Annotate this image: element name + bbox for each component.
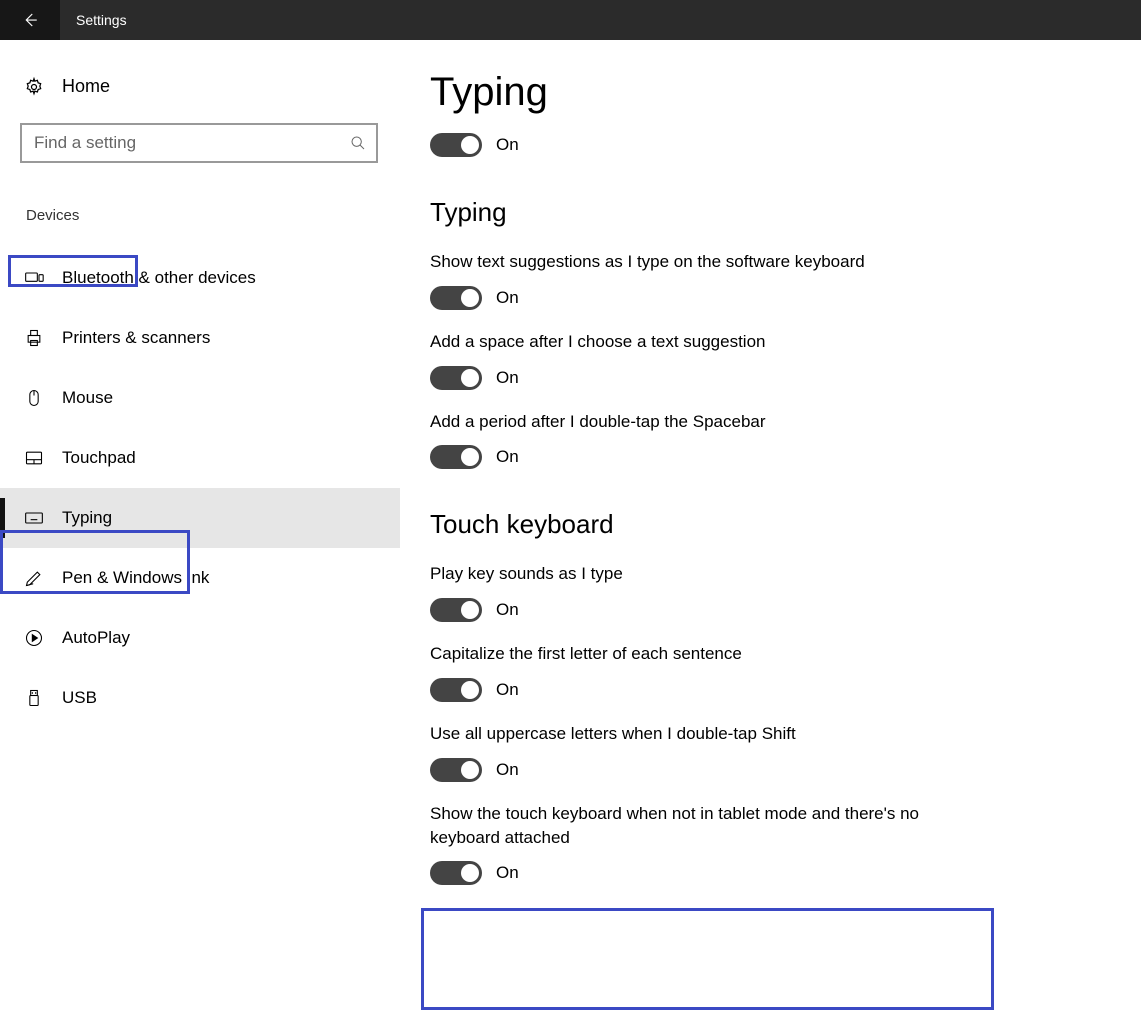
sidebar-item-printers[interactable]: Printers & scanners xyxy=(0,308,400,368)
keyboard-icon xyxy=(24,508,44,528)
main-panel: Typing On Typing Show text suggestions a… xyxy=(400,40,1141,1026)
toggle-state: On xyxy=(496,600,519,620)
window-title: Settings xyxy=(76,12,127,28)
toggle-switch[interactable] xyxy=(430,758,482,782)
toggle-switch[interactable] xyxy=(430,598,482,622)
printer-icon xyxy=(24,328,44,348)
toggle-switch[interactable] xyxy=(430,366,482,390)
setting-capitalize: Capitalize the first letter of each sent… xyxy=(430,642,1101,702)
setting-uppercase-shift: Use all uppercase letters when I double-… xyxy=(430,722,1101,782)
sidebar-item-bluetooth[interactable]: Bluetooth & other devices xyxy=(0,248,400,308)
sidebar-item-pen[interactable]: Pen & Windows Ink xyxy=(0,548,400,608)
toggle-state: On xyxy=(496,447,519,467)
content-area: Home Devices Bluetooth & other devices P… xyxy=(0,40,1141,1026)
titlebar: Settings xyxy=(0,0,1141,40)
toggle-switch[interactable] xyxy=(430,678,482,702)
toggle-switch[interactable] xyxy=(430,286,482,310)
setting-label: Show text suggestions as I type on the s… xyxy=(430,250,990,274)
gear-icon xyxy=(24,77,44,97)
setting-text-suggestions: Show text suggestions as I type on the s… xyxy=(430,250,1101,310)
sidebar-item-label: Printers & scanners xyxy=(62,328,210,348)
sidebar-item-label: USB xyxy=(62,688,97,708)
sidebar-item-label: Typing xyxy=(62,508,112,528)
setting-label: Use all uppercase letters when I double-… xyxy=(430,722,990,746)
sidebar-item-usb[interactable]: USB xyxy=(0,668,400,728)
nav-list: Bluetooth & other devices Printers & sca… xyxy=(0,248,400,728)
setting-label: Add a space after I choose a text sugges… xyxy=(430,330,990,354)
search-icon xyxy=(350,135,366,151)
search-input[interactable] xyxy=(34,133,350,153)
sidebar-item-label: AutoPlay xyxy=(62,628,130,648)
toggle-switch[interactable] xyxy=(430,861,482,885)
toggle-state: On xyxy=(496,863,519,883)
section-title-touch-keyboard: Touch keyboard xyxy=(430,509,1101,540)
sidebar-item-mouse[interactable]: Mouse xyxy=(0,368,400,428)
pen-icon xyxy=(24,568,44,588)
setting-add-period: Add a period after I double-tap the Spac… xyxy=(430,410,1101,470)
toggle-state: On xyxy=(496,760,519,780)
toggle-state: On xyxy=(496,680,519,700)
mouse-icon xyxy=(24,388,44,408)
sidebar-item-label: Bluetooth & other devices xyxy=(62,268,256,288)
sidebar-item-typing[interactable]: Typing xyxy=(0,488,400,548)
touchpad-icon xyxy=(24,448,44,468)
sidebar-item-touchpad[interactable]: Touchpad xyxy=(0,428,400,488)
setting-label: Show the touch keyboard when not in tabl… xyxy=(430,802,990,850)
toggle-state: On xyxy=(496,288,519,308)
setting-label: Capitalize the first letter of each sent… xyxy=(430,642,990,666)
setting-top-toggle: On xyxy=(430,133,1101,157)
setting-show-touch-keyboard: Show the touch keyboard when not in tabl… xyxy=(430,802,1101,886)
sidebar-item-label: Touchpad xyxy=(62,448,136,468)
toggle-switch[interactable] xyxy=(430,133,482,157)
toggle-state: On xyxy=(496,368,519,388)
usb-icon xyxy=(24,688,44,708)
setting-key-sounds: Play key sounds as I type On xyxy=(430,562,1101,622)
devices-icon xyxy=(24,268,44,288)
sidebar-item-label: Pen & Windows Ink xyxy=(62,568,209,588)
arrow-left-icon xyxy=(21,11,39,29)
toggle-switch[interactable] xyxy=(430,445,482,469)
home-label: Home xyxy=(62,76,110,97)
sidebar-item-autoplay[interactable]: AutoPlay xyxy=(0,608,400,668)
back-button[interactable] xyxy=(0,0,60,40)
setting-label: Play key sounds as I type xyxy=(430,562,990,586)
toggle-state: On xyxy=(496,135,519,155)
search-box[interactable] xyxy=(20,123,378,163)
setting-label: Add a period after I double-tap the Spac… xyxy=(430,410,990,434)
category-label: Devices xyxy=(20,203,85,228)
autoplay-icon xyxy=(24,628,44,648)
home-button[interactable]: Home xyxy=(20,70,400,103)
setting-add-space: Add a space after I choose a text sugges… xyxy=(430,330,1101,390)
section-title-typing: Typing xyxy=(430,197,1101,228)
page-title: Typing xyxy=(430,70,1101,115)
sidebar-item-label: Mouse xyxy=(62,388,113,408)
sidebar: Home Devices Bluetooth & other devices P… xyxy=(0,40,400,1026)
